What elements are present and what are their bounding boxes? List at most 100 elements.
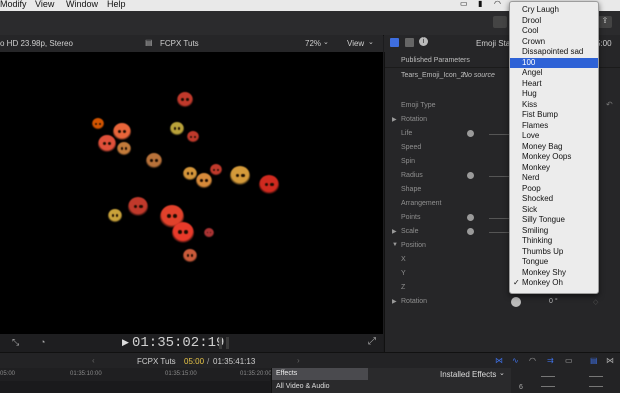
dropdown-option[interactable]: ✓ Monkey Oh [510,278,598,289]
slider-track[interactable] [489,218,511,219]
timeline-separator: / [207,357,210,366]
menu-view[interactable]: View [35,0,54,9]
snapping-icon[interactable]: ⇉ [547,356,554,365]
menu-window[interactable]: Window [66,0,98,9]
waveform-icon[interactable]: ∿ [512,356,519,365]
transform-tool-icon[interactable]: ⤡ [12,337,19,348]
emoji-particle [210,164,222,176]
timeline-track[interactable] [0,381,270,393]
dropdown-option[interactable]: Dissapointed sad [510,47,598,58]
rotation-value[interactable]: 0 ° [549,298,558,305]
dropdown-option[interactable]: Monkey Oops [510,152,598,163]
video-inspector-icon[interactable] [405,38,414,47]
play-button[interactable]: ▶ [122,337,129,348]
disclosure-triangle-icon[interactable]: ▼ [392,242,398,248]
menu-help[interactable]: Help [107,0,126,9]
reset-icon[interactable]: ↶ [606,100,613,109]
emoji-particle [183,167,197,181]
wifi-icon[interactable]: ◠ [494,0,501,8]
dropdown-option[interactable]: Smiling [510,226,598,237]
dropdown-option[interactable]: Monkey [510,163,598,174]
disclosure-triangle-icon[interactable]: ▶ [392,116,397,123]
dropdown-option-label: 100 [522,57,536,67]
dropdown-option-label: Monkey [522,162,551,172]
chevron-down-icon[interactable]: ⌄ [323,38,329,46]
dropdown-option[interactable]: Nerd [510,173,598,184]
parameter-label: Y [401,270,406,277]
effects-category-header[interactable]: Effects [272,368,368,380]
timecode-display[interactable]: 01:35:02:19 [132,335,224,351]
generator-inspector-icon[interactable] [390,38,399,47]
disclosure-triangle-icon[interactable]: ▶ [392,228,397,235]
dropdown-option[interactable]: 100 [510,57,598,68]
slider-knob[interactable] [467,214,474,221]
slider-track[interactable] [489,134,511,135]
background-tasks-button[interactable] [493,16,507,28]
dropdown-option-label: Flames [522,120,549,130]
chevron-down-icon[interactable]: ⌄ [368,38,374,46]
speed-icon[interactable]: ◔ [40,337,45,347]
rotation-dial[interactable] [511,297,521,307]
emoji-particle [183,249,197,263]
disclosure-triangle-icon[interactable]: ▶ [392,298,397,305]
audio-skimming-icon[interactable]: ⋈ [495,356,503,365]
timecode-divider [226,337,229,349]
dropdown-option[interactable]: Cool [510,26,598,37]
slider-knob[interactable] [467,228,474,235]
preview-line [589,386,603,387]
timeline-ruler[interactable]: 05:00 01:35:10:00 01:35:15:00 01:35:20:0… [0,368,272,381]
dropdown-option[interactable]: Monkey Shy [510,268,598,279]
airplay-icon[interactable]: ▭ [460,0,468,8]
dropdown-option-label: Thinking [522,236,553,245]
share-button[interactable]: ⇪ [598,16,612,28]
effects-preview-area: 6 [511,368,620,393]
dropdown-option[interactable]: Heart [510,79,598,90]
dropdown-option[interactable]: Tongue [510,257,598,268]
chevron-down-icon[interactable]: ⌄ [499,369,505,377]
forward-arrow-icon[interactable]: › [297,356,300,365]
dropdown-option[interactable]: Kiss [510,100,598,111]
clip-appearance-icon[interactable]: ▭ [565,356,573,365]
back-arrow-icon[interactable]: ‹ [92,356,95,365]
dropdown-option[interactable]: Flames [510,121,598,132]
dropdown-option-label: Money Bag [522,141,563,151]
effects-browser-icon[interactable]: ▤ [590,356,598,365]
dropdown-option[interactable]: Love [510,131,598,142]
dropdown-option[interactable]: Money Bag [510,142,598,153]
slider-knob[interactable] [467,130,474,137]
view-menu[interactable]: View [347,39,364,48]
emoji-particle [146,153,162,169]
menu-modify[interactable]: Modify [0,0,27,9]
dropdown-option[interactable]: Silly Tongue [510,215,598,226]
dropdown-option[interactable]: Drool [510,16,598,27]
emoji-particle [113,123,131,141]
dropdown-option[interactable]: Hug [510,89,598,100]
emoji-particle [128,197,148,217]
transitions-browser-icon[interactable]: ⋈ [606,356,614,365]
installed-effects-menu[interactable]: Installed Effects [440,370,496,379]
info-inspector-icon[interactable]: i [419,37,428,46]
slider-track[interactable] [489,232,511,233]
dropdown-option[interactable]: Sick [510,205,598,216]
parameter-row[interactable]: ▶ Rotation ◇ 0 ° [385,296,620,310]
dropdown-option[interactable]: Shocked [510,194,598,205]
keyframe-icon[interactable]: ◇ [593,298,598,306]
emoji-type-dropdown[interactable]: Cry Laugh Drool Cool Crown Dissapointed sad 1… [509,1,599,294]
dropdown-option[interactable]: Crown [510,37,598,48]
slider-knob[interactable] [467,172,474,179]
battery-icon[interactable]: ▮ [478,0,482,8]
dropdown-option[interactable]: Cry Laugh [510,5,598,16]
parameter-label: Scale [401,228,419,235]
dropdown-option[interactable]: Angel [510,68,598,79]
fullscreen-icon[interactable]: ⤢ [368,336,376,347]
effects-category-all[interactable]: All Video & Audio [276,383,330,390]
slider-track[interactable] [489,176,511,177]
emoji-particle [204,228,214,238]
dropdown-option[interactable]: Thinking [510,236,598,247]
dropdown-option[interactable]: Poop [510,184,598,195]
viewer-canvas[interactable] [0,52,383,334]
zoom-menu[interactable]: 72% [305,39,321,48]
dropdown-option[interactable]: Thumbs Up [510,247,598,258]
dropdown-option[interactable]: Fist Bump [510,110,598,121]
headphones-icon[interactable]: ◠ [529,356,536,365]
